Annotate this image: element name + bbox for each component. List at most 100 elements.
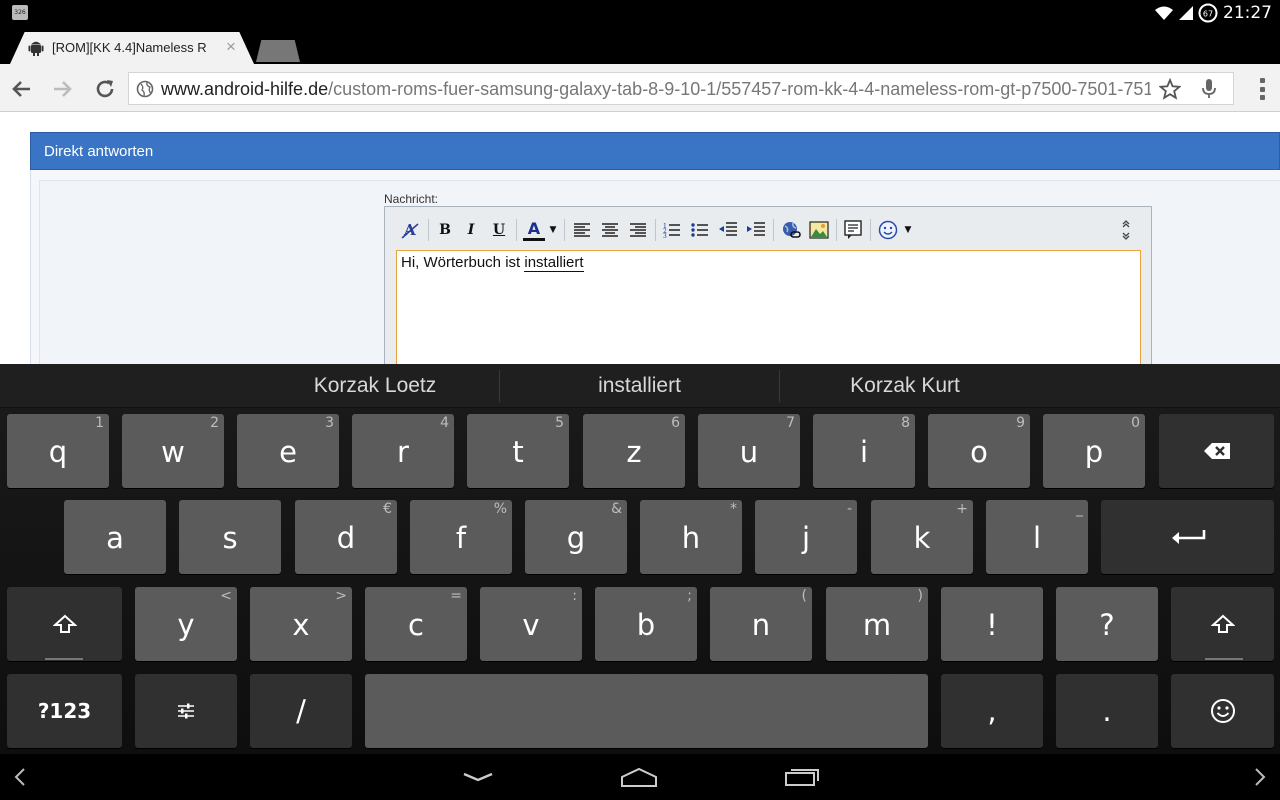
resize-toggle-button[interactable] bbox=[1119, 219, 1133, 241]
key-d[interactable]: € d bbox=[295, 500, 397, 574]
insert-link-button[interactable] bbox=[780, 219, 802, 241]
key-x[interactable]: > x bbox=[250, 587, 352, 661]
smiley-dropdown-icon[interactable]: ▼ bbox=[903, 219, 913, 241]
key-question[interactable]: ? bbox=[1056, 587, 1158, 661]
key-comma[interactable]: , bbox=[941, 674, 1043, 748]
key-h[interactable]: * h bbox=[640, 500, 742, 574]
tab-close-button[interactable]: × bbox=[226, 37, 236, 57]
settings-key[interactable] bbox=[135, 674, 237, 748]
smiley-button[interactable] bbox=[877, 219, 899, 241]
wifi-icon bbox=[1155, 6, 1173, 20]
toolbar-separator bbox=[428, 219, 429, 241]
suggestion-item[interactable]: Korzak Loetz bbox=[250, 364, 500, 408]
backspace-key[interactable] bbox=[1159, 414, 1274, 488]
tab-strip: [ROM][KK 4.4]Nameless R × bbox=[0, 26, 1280, 64]
shift-key-right[interactable] bbox=[1171, 587, 1274, 661]
suggestion-item[interactable]: installiert bbox=[500, 364, 779, 408]
tab-title: [ROM][KK 4.4]Nameless R bbox=[52, 40, 207, 55]
microphone-icon[interactable] bbox=[1201, 78, 1217, 100]
new-tab-button[interactable] bbox=[256, 40, 300, 62]
address-bar[interactable]: www.android-hilfe.de/custom-roms-fuer-sa… bbox=[128, 72, 1234, 105]
key-e[interactable]: 3e bbox=[237, 414, 339, 488]
url-host: www.android-hilfe.de bbox=[161, 79, 329, 99]
key-o[interactable]: 9o bbox=[928, 414, 1030, 488]
key-j[interactable]: -j bbox=[755, 500, 857, 574]
message-textarea[interactable]: Hi, Wörterbuch ist installiert bbox=[396, 250, 1141, 364]
key-k[interactable]: + k bbox=[871, 500, 973, 574]
key-t[interactable]: 5t bbox=[467, 414, 569, 488]
reload-button[interactable] bbox=[92, 76, 118, 102]
emoji-key[interactable] bbox=[1171, 674, 1274, 748]
symbols-key[interactable]: ?123 bbox=[7, 674, 122, 748]
browser-tab[interactable]: [ROM][KK 4.4]Nameless R × bbox=[10, 32, 254, 64]
recent-apps-button[interactable] bbox=[780, 762, 824, 792]
align-center-button[interactable] bbox=[599, 219, 621, 241]
key-g[interactable]: & g bbox=[525, 500, 627, 574]
key-exclamation[interactable]: ! bbox=[941, 587, 1043, 661]
key-q[interactable]: 1q bbox=[7, 414, 109, 488]
home-button[interactable] bbox=[618, 762, 660, 792]
back-button[interactable] bbox=[8, 76, 34, 102]
underline-button[interactable]: U bbox=[489, 219, 509, 241]
font-color-swatch bbox=[523, 238, 545, 241]
svg-text:3: 3 bbox=[663, 233, 667, 238]
numbered-list-button[interactable]: 123 bbox=[661, 219, 683, 241]
outdent-button[interactable] bbox=[717, 219, 739, 241]
key-v[interactable]: :v bbox=[480, 587, 582, 661]
hide-keyboard-button[interactable] bbox=[456, 762, 500, 792]
bookmark-star-icon[interactable] bbox=[1159, 78, 1181, 100]
url-path: /custom-roms-fuer-samsung-galaxy-tab-8-9… bbox=[328, 79, 1151, 99]
overflow-menu-icon[interactable] bbox=[1260, 76, 1266, 102]
italic-button[interactable]: I bbox=[461, 219, 481, 241]
enter-arrow-icon bbox=[1171, 530, 1205, 544]
key-slash[interactable]: / bbox=[250, 674, 352, 748]
status-icons: 67 bbox=[1154, 3, 1218, 23]
bullet-list-button[interactable] bbox=[689, 219, 711, 241]
svg-text:67: 67 bbox=[1203, 10, 1213, 19]
quote-button[interactable] bbox=[842, 219, 864, 241]
editor-toolbar: A B I U A ▼ 123 ▼ bbox=[385, 207, 1151, 249]
key-c[interactable]: = c bbox=[365, 587, 467, 661]
key-w[interactable]: 2w bbox=[122, 414, 224, 488]
chevron-down-icon bbox=[463, 772, 493, 782]
key-z[interactable]: 6z bbox=[583, 414, 685, 488]
message-text-committed: Hi, Wörterbuch ist bbox=[401, 254, 525, 271]
align-right-button[interactable] bbox=[627, 219, 649, 241]
font-color-dropdown-icon[interactable]: ▼ bbox=[548, 219, 558, 241]
key-r[interactable]: 4r bbox=[352, 414, 454, 488]
key-b[interactable]: ; b bbox=[595, 587, 697, 661]
key-l[interactable]: _ l bbox=[986, 500, 1088, 574]
key-y[interactable]: < y bbox=[135, 587, 237, 661]
key-n[interactable]: (n bbox=[710, 587, 812, 661]
remove-format-icon: A bbox=[401, 221, 419, 239]
enter-key[interactable] bbox=[1101, 500, 1274, 574]
align-left-button[interactable] bbox=[571, 219, 593, 241]
key-p[interactable]: 0p bbox=[1043, 414, 1145, 488]
key-f[interactable]: % f bbox=[410, 500, 512, 574]
suggestion-item[interactable]: Korzak Kurt bbox=[780, 364, 1030, 408]
key-i[interactable]: 8i bbox=[813, 414, 915, 488]
space-key[interactable] bbox=[365, 674, 928, 748]
indent-button[interactable] bbox=[745, 219, 767, 241]
forward-arrow-icon bbox=[54, 81, 72, 97]
key-s[interactable]: s bbox=[179, 500, 281, 574]
signal-icon bbox=[1179, 6, 1193, 20]
insert-image-button[interactable] bbox=[808, 219, 830, 241]
bold-button[interactable]: B bbox=[435, 219, 455, 241]
toolbar-separator bbox=[836, 219, 837, 241]
shift-key-left[interactable] bbox=[7, 587, 122, 661]
font-color-button[interactable]: A bbox=[522, 219, 546, 241]
chevron-right-icon bbox=[1255, 768, 1266, 786]
message-editor: A B I U A ▼ 123 ▼ Hi, Wörterbuch ist ins… bbox=[384, 206, 1152, 364]
keyboard-right-button[interactable] bbox=[1250, 762, 1270, 792]
key-a[interactable]: a bbox=[64, 500, 166, 574]
numbered-list-icon: 123 bbox=[663, 223, 680, 238]
key-u[interactable]: 7u bbox=[698, 414, 800, 488]
key-m[interactable]: ) m bbox=[826, 587, 928, 661]
toolbar-separator bbox=[773, 219, 774, 241]
forward-button[interactable] bbox=[50, 76, 76, 102]
keyboard-left-button[interactable] bbox=[10, 762, 30, 792]
remove-format-button[interactable]: A bbox=[399, 219, 421, 241]
key-period[interactable]: . bbox=[1056, 674, 1158, 748]
url-text[interactable]: www.android-hilfe.de/custom-roms-fuer-sa… bbox=[161, 79, 1151, 100]
